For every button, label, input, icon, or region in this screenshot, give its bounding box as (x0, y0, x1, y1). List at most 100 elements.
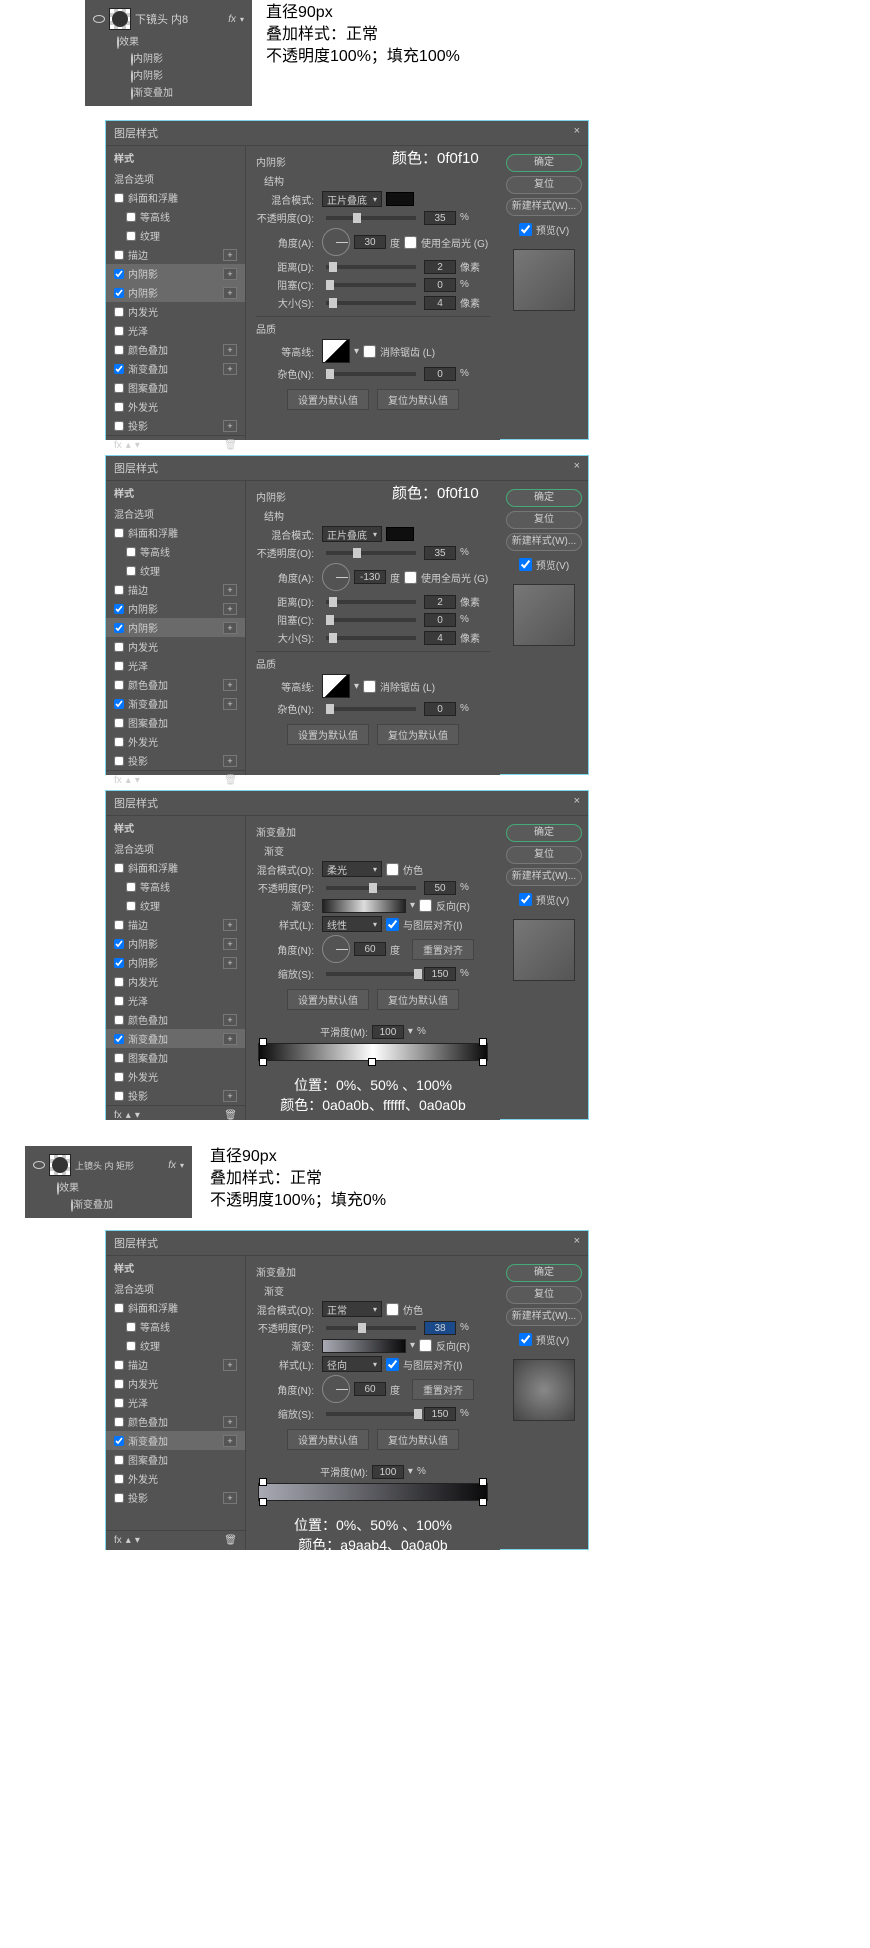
distance-input[interactable]: 2 (424, 595, 456, 609)
add-icon[interactable]: + (223, 363, 237, 375)
contour-picker[interactable] (322, 339, 350, 363)
cancel-button[interactable]: 复位 (506, 176, 582, 194)
distance-input[interactable]: 2 (424, 260, 456, 274)
fx-icon[interactable]: fx (114, 1110, 122, 1121)
style-texture[interactable]: 纹理 (106, 896, 245, 915)
add-icon[interactable]: + (223, 268, 237, 280)
style-color-overlay[interactable]: 颜色叠加+ (106, 340, 245, 359)
arrow-up-icon[interactable]: ▴ (126, 440, 131, 451)
size-input[interactable]: 4 (424, 631, 456, 645)
blend-options[interactable]: 混合选项 (106, 839, 245, 858)
global-light-checkbox[interactable] (404, 571, 417, 584)
size-slider[interactable] (326, 301, 416, 305)
style-gradient-overlay[interactable]: 渐变叠加+ (106, 1431, 245, 1450)
style-pattern-overlay[interactable]: 图案叠加 (106, 1450, 245, 1469)
gradient-stop[interactable] (259, 1038, 267, 1046)
fx-icon[interactable]: fx (114, 1535, 122, 1546)
gradient-stop[interactable] (479, 1498, 487, 1506)
visibility-icon[interactable] (33, 1161, 45, 1169)
close-icon[interactable]: × (574, 460, 580, 476)
arrow-down-icon[interactable]: ▾ (135, 1110, 140, 1121)
scale-input[interactable]: 150 (424, 967, 456, 981)
style-inner-shadow[interactable]: 内阴影+ (106, 264, 245, 283)
gradient-stop[interactable] (259, 1478, 267, 1486)
styles-header[interactable]: 样式 (106, 483, 245, 502)
style-inner-glow[interactable]: 内发光 (106, 637, 245, 656)
gradient-stop[interactable] (368, 1058, 376, 1066)
color-swatch[interactable] (386, 527, 414, 541)
chevron-down-icon[interactable]: ▾ (240, 15, 244, 24)
choke-slider[interactable] (326, 618, 416, 622)
new-style-button[interactable]: 新建样式(W)... (506, 868, 582, 886)
opacity-input[interactable]: 35 (424, 211, 456, 225)
angle-dial[interactable] (322, 1375, 350, 1403)
opacity-input[interactable]: 50 (424, 881, 456, 895)
preview-checkbox[interactable] (519, 893, 532, 906)
antialias-checkbox[interactable] (363, 345, 376, 358)
trash-icon[interactable]: 🗑 (224, 1535, 237, 1546)
fx-icon[interactable]: fx (114, 440, 122, 451)
blend-mode-select[interactable]: 正片叠底 (322, 191, 382, 207)
scale-slider[interactable] (326, 972, 416, 976)
trash-icon[interactable]: 🗑 (224, 1110, 237, 1121)
style-satin[interactable]: 光泽 (106, 656, 245, 675)
size-input[interactable]: 4 (424, 296, 456, 310)
arrow-down-icon[interactable]: ▾ (135, 775, 140, 786)
gradient-stop[interactable] (479, 1038, 487, 1046)
arrow-up-icon[interactable]: ▴ (126, 1535, 131, 1546)
angle-dial[interactable] (322, 935, 350, 963)
blend-options[interactable]: 混合选项 (106, 1279, 245, 1298)
style-drop-shadow[interactable]: 投影+ (106, 1086, 245, 1105)
layer-thumb[interactable] (49, 1154, 71, 1176)
cancel-button[interactable]: 复位 (506, 846, 582, 864)
gradient-stop[interactable] (259, 1498, 267, 1506)
gradient-editor[interactable] (258, 1043, 488, 1061)
style-drop-shadow[interactable]: 投影+ (106, 751, 245, 770)
style-outer-glow[interactable]: 外发光 (106, 1469, 245, 1488)
angle-input[interactable]: 60 (354, 1382, 386, 1396)
style-select[interactable]: 径向 (322, 1356, 382, 1372)
style-inner-shadow[interactable]: 内阴影+ (106, 934, 245, 953)
blend-mode-select[interactable]: 正常 (322, 1301, 382, 1317)
style-texture[interactable]: 纹理 (106, 226, 245, 245)
style-outer-glow[interactable]: 外发光 (106, 732, 245, 751)
chevron-down-icon[interactable]: ▾ (354, 681, 359, 692)
reset-default-button[interactable]: 复位为默认值 (377, 989, 459, 1010)
align-checkbox[interactable] (386, 918, 399, 931)
layer-row[interactable]: 上镜头 内 矩形 fx ▾ (33, 1152, 184, 1178)
ok-button[interactable]: 确定 (506, 154, 582, 172)
size-slider[interactable] (326, 636, 416, 640)
style-color-overlay[interactable]: 颜色叠加+ (106, 1412, 245, 1431)
noise-input[interactable]: 0 (424, 367, 456, 381)
chevron-down-icon[interactable]: ▾ (354, 346, 359, 357)
chevron-down-icon[interactable]: ▾ (408, 1466, 413, 1477)
global-light-checkbox[interactable] (404, 236, 417, 249)
add-icon[interactable]: + (223, 287, 237, 299)
gradient-editor[interactable] (258, 1483, 488, 1501)
angle-input[interactable]: -130 (354, 570, 386, 584)
make-default-button[interactable]: 设置为默认值 (287, 389, 369, 410)
preview-checkbox[interactable] (519, 223, 532, 236)
style-outer-glow[interactable]: 外发光 (106, 1067, 245, 1086)
trash-icon[interactable]: 🗑 (224, 775, 237, 786)
styles-header[interactable]: 样式 (106, 148, 245, 167)
style-inner-shadow-2[interactable]: 内阴影+ (106, 953, 245, 972)
smooth-input[interactable]: 100 (372, 1465, 404, 1479)
opacity-slider[interactable] (326, 886, 416, 890)
reverse-checkbox[interactable] (419, 899, 432, 912)
style-contour[interactable]: 等高线 (106, 877, 245, 896)
arrow-down-icon[interactable]: ▾ (135, 1535, 140, 1546)
layer-row[interactable]: 下镜头 内8 fx ▾ (93, 6, 244, 32)
angle-dial[interactable] (322, 563, 350, 591)
style-select[interactable]: 线性 (322, 916, 382, 932)
angle-dial[interactable] (322, 228, 350, 256)
distance-slider[interactable] (326, 265, 416, 269)
ok-button[interactable]: 确定 (506, 1264, 582, 1282)
scale-input[interactable]: 150 (424, 1407, 456, 1421)
style-inner-shadow-2[interactable]: 内阴影+ (106, 618, 245, 637)
preview-checkbox[interactable] (519, 558, 532, 571)
opacity-slider[interactable] (326, 551, 416, 555)
ok-button[interactable]: 确定 (506, 489, 582, 507)
style-bevel[interactable]: 斜面和浮雕 (106, 188, 245, 207)
gradient-stop[interactable] (259, 1058, 267, 1066)
